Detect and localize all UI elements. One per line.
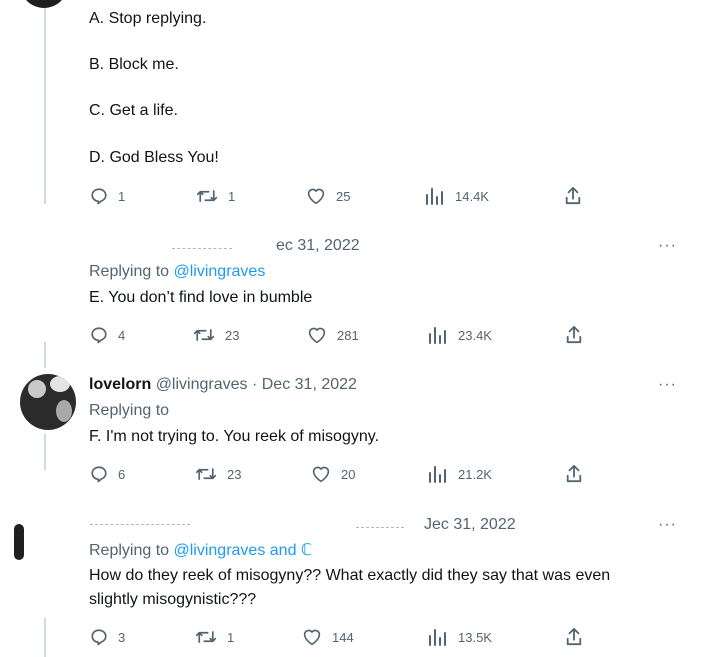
retweet-count: 1 [228, 188, 236, 204]
reply-count: 4 [118, 327, 126, 343]
reply-button[interactable]: 4 [90, 325, 125, 345]
tweet2-date[interactable]: ec 31, 2022 [276, 236, 360, 256]
retweet-icon [196, 190, 218, 202]
retweet-count: 23 [227, 466, 242, 482]
tweet3-header: lovelorn @livingraves · Dec 31, 2022 [89, 375, 357, 395]
tweet2-replying: Replying to @livingraves [89, 262, 265, 282]
tweet2-body: E. You don’t find love in bumble [89, 289, 313, 306]
reply-count: 3 [118, 629, 126, 645]
views-button[interactable]: 23.4K [428, 325, 492, 345]
tweet4-body-line2: slightly misogynistic??? [89, 591, 257, 608]
display-name[interactable]: lovelorn [89, 376, 151, 393]
tweet1-line-c: C. Get a life. [89, 102, 178, 119]
thread-line [44, 8, 46, 204]
like-count: 144 [332, 629, 354, 645]
like-count: 20 [341, 466, 356, 482]
retweet-count: 23 [225, 327, 240, 343]
thread-line [44, 342, 46, 368]
reply-count: 6 [118, 466, 126, 482]
views-button[interactable]: 21.2K [428, 464, 492, 484]
reply-button[interactable]: 1 [90, 186, 125, 206]
tweet-date[interactable]: · Dec 31, 2022 [252, 376, 357, 393]
redacted-header [356, 527, 404, 529]
more-options-icon[interactable]: ··· [658, 517, 677, 533]
more-options-icon[interactable]: ··· [658, 377, 677, 393]
share-icon [566, 465, 582, 483]
reply-icon [91, 188, 107, 205]
like-button[interactable]: 25 [306, 186, 350, 206]
views-count: 23.4K [458, 327, 492, 343]
avatar-highlight [28, 380, 46, 398]
share-button[interactable] [565, 464, 583, 484]
retweet-button[interactable]: 23 [193, 325, 239, 345]
like-button[interactable]: 20 [311, 464, 355, 484]
tweet3-replying: Replying to [89, 402, 170, 419]
tweet4-date[interactable]: Jec 31, 2022 [424, 515, 516, 535]
tweet1-line-d: D. God Bless You! [89, 149, 219, 166]
reply-icon [91, 466, 107, 483]
views-icon [429, 629, 446, 646]
share-icon [566, 326, 582, 344]
replying-label: Replying to [89, 263, 170, 280]
tweet4-body: How do they reek of misogyny?? What exac… [89, 564, 689, 612]
share-button[interactable] [565, 627, 583, 647]
heart-icon [312, 466, 330, 483]
retweet-icon [193, 329, 215, 341]
retweet-icon [195, 468, 217, 480]
views-button[interactable]: 13.5K [428, 627, 492, 647]
redacted-header [90, 524, 190, 526]
reply-button[interactable]: 3 [90, 627, 125, 647]
replying-handle-link[interactable]: @livingraves and ℂ [174, 542, 313, 559]
share-button[interactable] [564, 186, 582, 206]
tweet1-line-b: B. Block me. [89, 56, 179, 73]
share-icon [565, 187, 581, 205]
tweet4-body-line1: How do they reek of misogyny?? What exac… [89, 567, 611, 584]
tweet3-body: F. I'm not trying to. You reek of misogy… [89, 428, 380, 445]
reply-icon [91, 629, 107, 646]
more-options-icon[interactable]: ··· [658, 238, 677, 254]
like-button[interactable]: 281 [307, 325, 359, 345]
avatar-highlight [50, 376, 70, 392]
views-count: 14.4K [455, 188, 489, 204]
views-count: 13.5K [458, 629, 492, 645]
avatar-partial[interactable] [14, 524, 24, 560]
avatar-top-partial[interactable] [20, 0, 68, 8]
views-icon [429, 466, 446, 483]
redacted-header [172, 248, 232, 250]
heart-icon [308, 327, 326, 344]
heart-icon [307, 188, 325, 205]
reply-icon [91, 327, 107, 344]
views-button[interactable]: 14.4K [425, 186, 489, 206]
thread-line [44, 434, 46, 470]
like-count: 281 [337, 327, 359, 343]
views-icon [426, 188, 443, 205]
thread-line [44, 618, 46, 657]
reply-button[interactable]: 6 [90, 464, 125, 484]
replying-label: Replying to [89, 542, 170, 559]
retweet-count: 1 [227, 629, 235, 645]
tweet4-replying: Replying to @livingraves and ℂ [89, 541, 312, 561]
user-handle[interactable]: @livingraves [156, 376, 248, 393]
tweet1-line-a: A. Stop replying. [89, 10, 207, 27]
views-count: 21.2K [458, 466, 492, 482]
share-icon [566, 628, 582, 646]
reply-count: 1 [118, 188, 126, 204]
share-button[interactable] [565, 325, 583, 345]
views-icon [429, 327, 446, 344]
retweet-button[interactable]: 1 [195, 627, 234, 647]
avatar-highlight [56, 400, 72, 422]
heart-icon [303, 629, 321, 646]
avatar-lovelorn[interactable] [20, 374, 76, 430]
like-count: 25 [336, 188, 351, 204]
retweet-button[interactable]: 23 [195, 464, 241, 484]
like-button[interactable]: 144 [302, 627, 354, 647]
retweet-icon [195, 631, 217, 643]
retweet-button[interactable]: 1 [196, 186, 235, 206]
replying-handle-link[interactable]: @livingraves [174, 263, 266, 280]
